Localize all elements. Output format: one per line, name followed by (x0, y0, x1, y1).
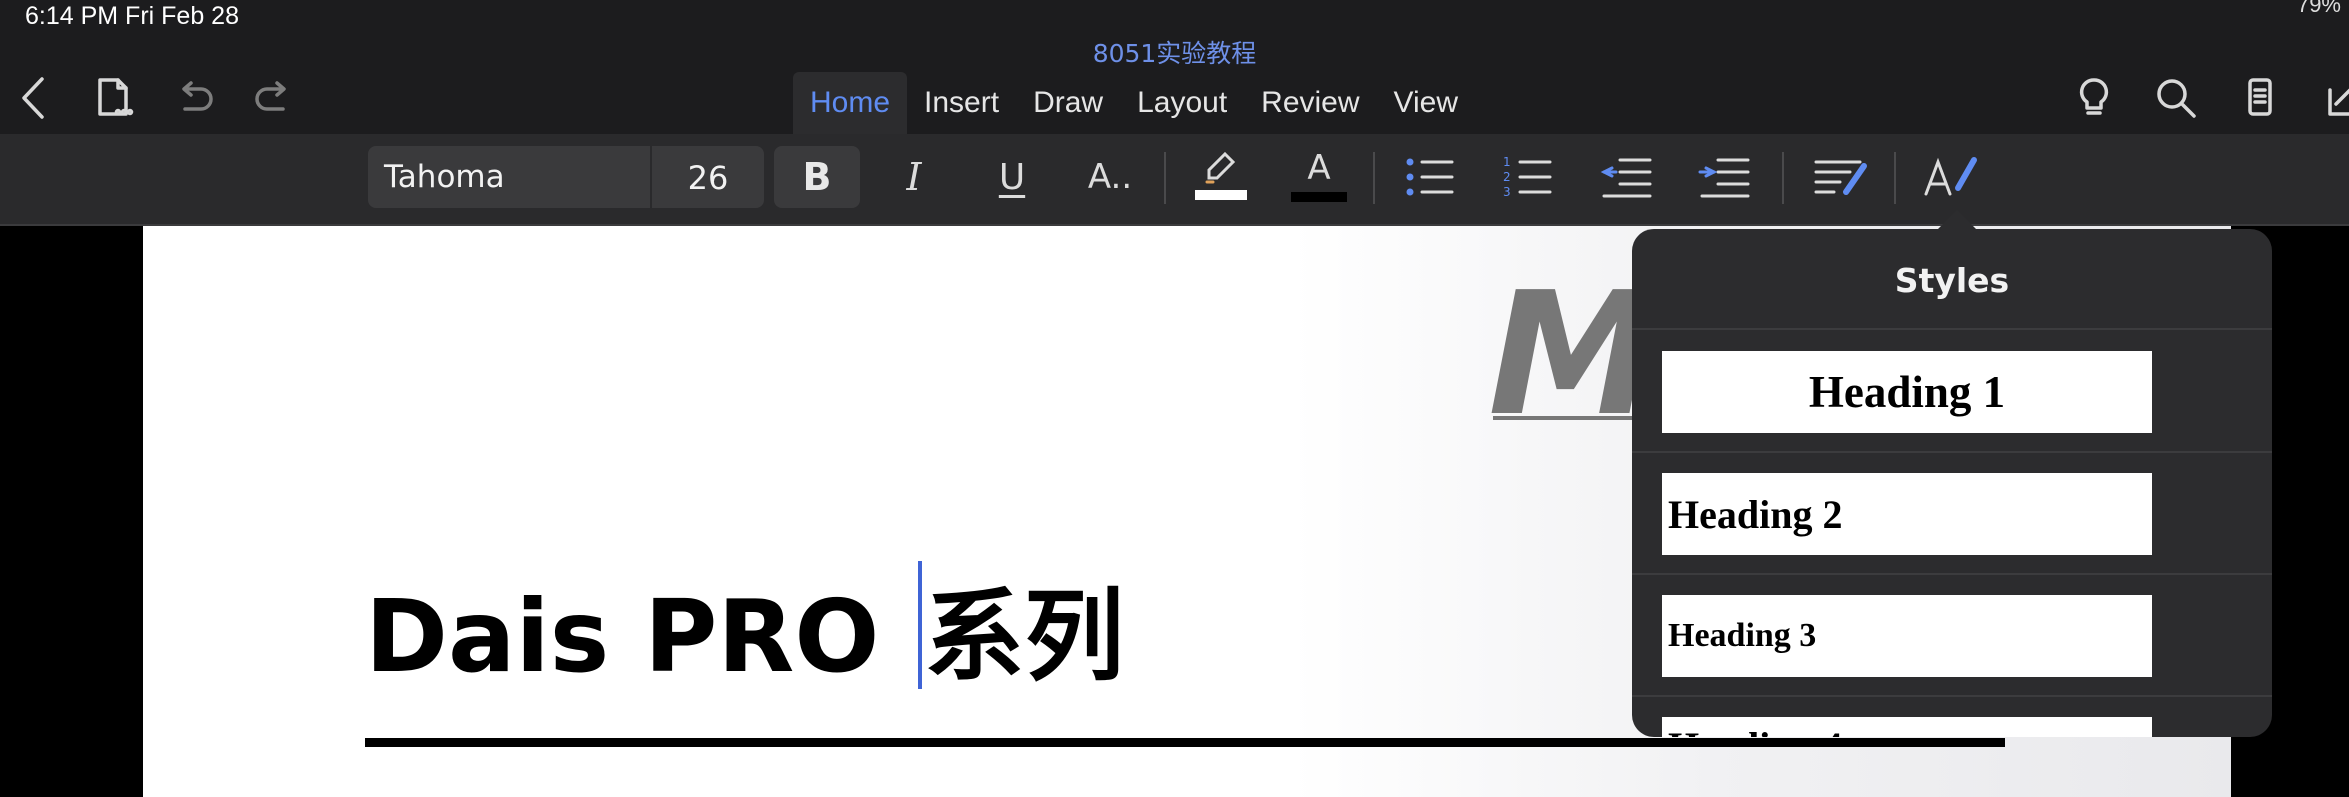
svg-text:1: 1 (1503, 155, 1511, 169)
status-time: 6:14 PM Fri Feb 28 (25, 2, 239, 30)
popover-divider (1632, 451, 2272, 453)
chevron-left-icon[interactable] (4, 68, 64, 128)
styles-popover: Styles Heading 1 Heading 2 Heading 3 Hea… (1632, 229, 2272, 737)
battery-indicator: 79% (2296, 0, 2341, 17)
status-bar: 6:14 PM Fri Feb 28 79% (0, 0, 2349, 34)
svg-text:3: 3 (1503, 185, 1511, 199)
font-color-swatch (1291, 192, 1347, 202)
redo-icon[interactable] (244, 68, 304, 128)
popover-divider (1632, 573, 2272, 575)
reading-view-icon[interactable] (2230, 68, 2290, 128)
text-cursor (918, 561, 923, 689)
page-logo: M (1488, 256, 1657, 454)
tab-layout[interactable]: Layout (1120, 72, 1244, 134)
bold-button[interactable]: B (774, 146, 860, 208)
bullet-list-icon[interactable] (1392, 146, 1468, 208)
horizontal-rule (365, 738, 2005, 747)
italic-button[interactable]: I (876, 146, 952, 208)
increase-indent-icon[interactable] (1686, 146, 1762, 208)
document-heading[interactable]: Dais PRO 系列 (365, 561, 1124, 689)
style-heading-2[interactable]: Heading 2 (1662, 473, 2152, 555)
popover-divider (1632, 695, 2272, 697)
paragraph-styles-icon[interactable] (1802, 146, 1878, 208)
font-color-button[interactable]: A (1281, 146, 1357, 208)
title-bar: 8051实验教程 Home Insert Draw Layout Review … (0, 34, 2349, 134)
styles-brush-icon[interactable] (1912, 146, 1988, 208)
heading-text-before-cursor: Dais PRO (365, 578, 915, 695)
tab-view[interactable]: View (1377, 72, 1475, 134)
logo-underline (1493, 416, 1633, 420)
popover-divider (1632, 328, 2272, 330)
tab-draw[interactable]: Draw (1016, 72, 1120, 134)
tab-home[interactable]: Home (793, 72, 908, 134)
ribbon-tabs: Home Insert Draw Layout Review View (793, 72, 1475, 134)
font-picker[interactable]: Tahoma 26 (368, 146, 764, 208)
document-title[interactable]: 8051实验教程 (0, 34, 2349, 70)
style-heading-1[interactable]: Heading 1 (1662, 351, 2152, 433)
ribbon-divider (1894, 152, 1896, 204)
document-icon[interactable] (84, 68, 144, 128)
font-name-field[interactable]: Tahoma (384, 159, 505, 195)
underline-button[interactable]: U (974, 146, 1050, 208)
style-heading-3[interactable]: Heading 3 (1662, 595, 2152, 677)
svg-text:2: 2 (1503, 170, 1511, 184)
search-icon[interactable] (2146, 68, 2206, 128)
font-color-glyph: A (1307, 148, 1331, 188)
heading-text-after-cursor: 系列 (924, 578, 1125, 695)
ribbon-divider (1782, 152, 1784, 204)
share-icon[interactable] (2310, 68, 2349, 128)
formatting-ribbon: Tahoma 26 B I U A.. A 123 (0, 134, 2349, 226)
popover-title: Styles (1894, 261, 2010, 300)
ribbon-divider (1164, 152, 1166, 204)
style-heading-4[interactable]: Heading 4 (1662, 717, 2152, 737)
more-formatting-button[interactable]: A.. (1072, 146, 1148, 208)
lightbulb-icon[interactable] (2064, 68, 2124, 128)
popover-arrow (1937, 210, 1977, 230)
decrease-indent-icon[interactable] (1588, 146, 1664, 208)
undo-icon[interactable] (164, 68, 224, 128)
numbered-list-icon[interactable]: 123 (1490, 146, 1566, 208)
tab-insert[interactable]: Insert (907, 72, 1016, 134)
ribbon-divider (1373, 152, 1375, 204)
font-size-field[interactable]: 26 (652, 159, 764, 197)
tab-review[interactable]: Review (1244, 72, 1376, 134)
highlighter-icon[interactable] (1183, 146, 1259, 208)
